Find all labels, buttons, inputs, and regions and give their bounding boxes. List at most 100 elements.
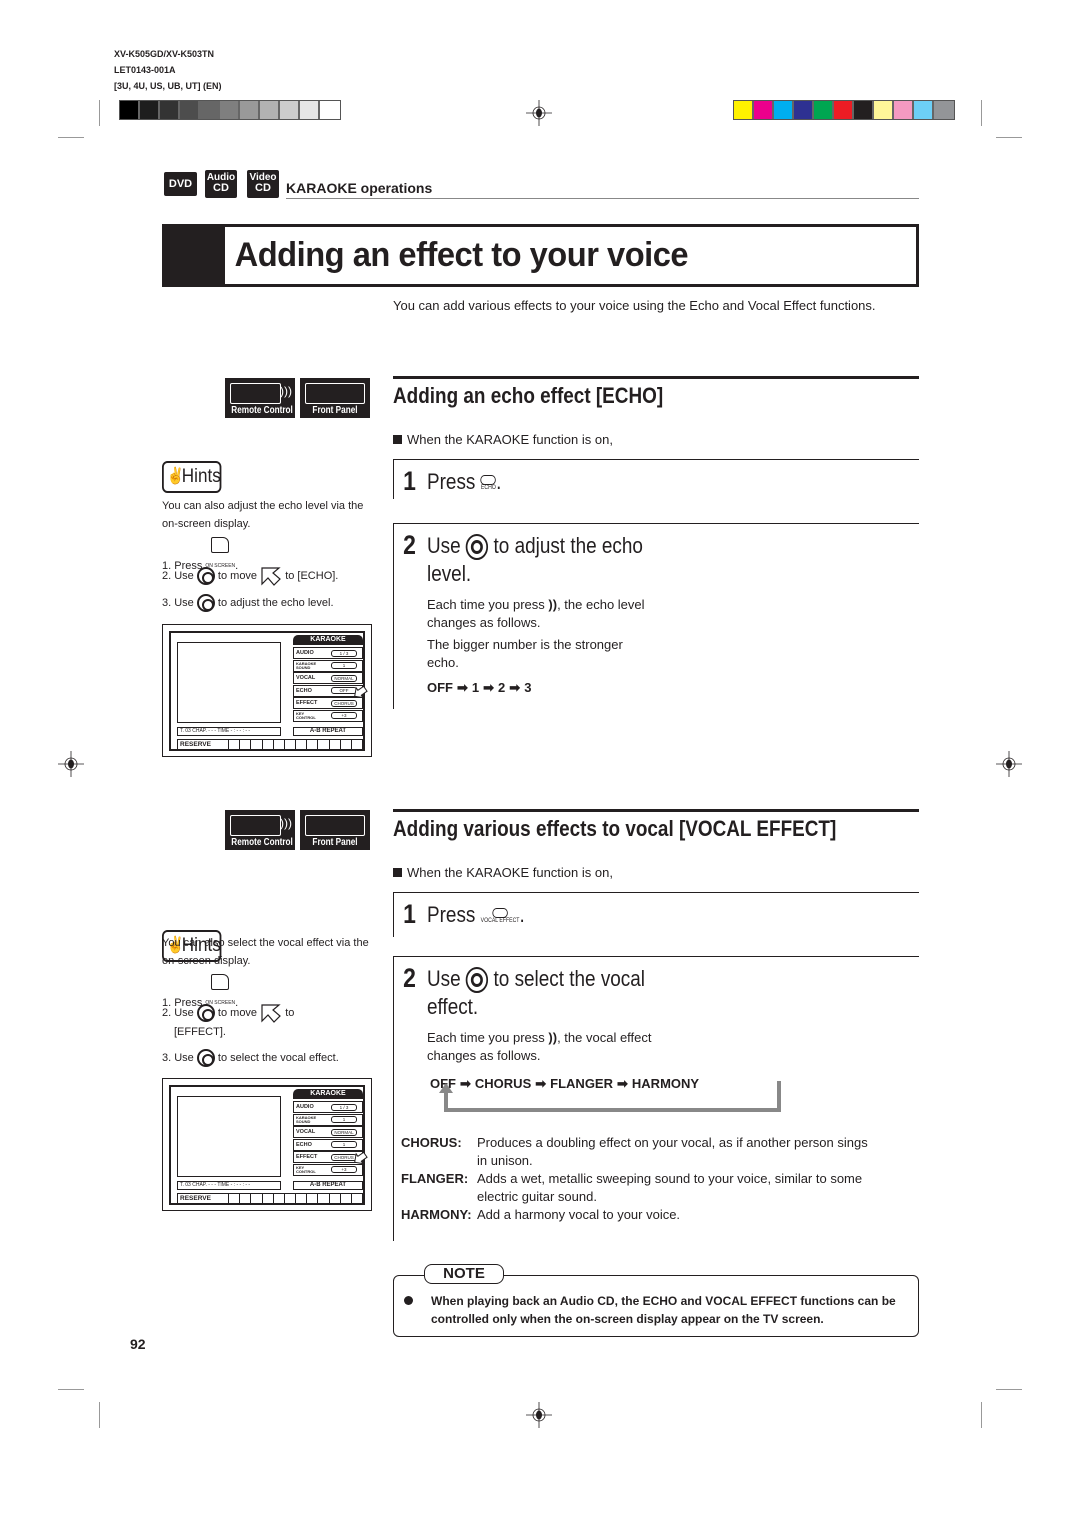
- device-icons: ))) Remote Control Front Panel: [225, 810, 370, 850]
- color-swatch: [754, 101, 774, 119]
- vocal-effect-button-icon: VOCAL EFFECT: [480, 908, 520, 925]
- effect-definition: HARMONY: Add a harmony vocal to your voic…: [401, 1206, 919, 1224]
- osd-row-label: KEY CONTROL: [296, 710, 316, 720]
- osd-row-label: VOCAL: [296, 675, 316, 681]
- square-bullet-icon: [393, 868, 402, 877]
- effect-definition: CHORUS: Produces a doubling effect on you…: [401, 1134, 919, 1152]
- color-swatch: [814, 101, 834, 119]
- osd-menu-row: VOCAL NORMAL: [293, 1126, 363, 1138]
- osd-row-label: AUDIO: [296, 650, 314, 656]
- hint-text: to move: [217, 1007, 258, 1019]
- osd-reserve-slot: [239, 1194, 250, 1203]
- cmyk-color-bar: [733, 100, 955, 120]
- color-swatch: [834, 101, 854, 119]
- vocal-section-title: Adding various effects to vocal [VOCAL E…: [393, 816, 837, 841]
- osd-reserve-slot: [306, 1194, 317, 1203]
- badge-label: DVD: [168, 178, 193, 190]
- color-swatch: [220, 101, 240, 119]
- osd-row-value: 1: [331, 1141, 357, 1148]
- button-caption: VOCAL EFFECT: [480, 918, 520, 925]
- color-swatch: [854, 101, 874, 119]
- vocal-karaoke-osd: T. 03 CHAP. - - - TIME - : - - : - - KARA…: [162, 1078, 372, 1211]
- echo-hint-step-3: 3. Use to adjust the echo level.: [162, 590, 334, 616]
- loop-back-arrow-icon: [439, 1081, 781, 1112]
- dvd-badge: DVD: [164, 172, 197, 196]
- crop-mark: [99, 1402, 100, 1428]
- echo-step-2: 2 Use to adjust the echo level. Each time…: [393, 523, 919, 709]
- color-swatch: [160, 101, 180, 119]
- registration-mark-icon: [58, 751, 84, 777]
- osd-reserve-slot: [295, 1194, 306, 1203]
- osd-menu-row: AUDIO 1 / 3: [293, 1101, 363, 1113]
- osd-reserve-slot: [328, 1194, 340, 1203]
- osd-row-value: 1 / 3: [331, 649, 357, 657]
- crop-mark: [58, 137, 84, 138]
- pointer-cursor-icon: [261, 1004, 282, 1023]
- front-panel-label: Front Panel: [312, 405, 358, 416]
- audio-cd-badge: Audio CD: [205, 170, 237, 198]
- badge-label: CD: [213, 182, 229, 194]
- remote-control-label: Remote Control: [231, 405, 293, 416]
- osd-ab-repeat: A-B REPEAT: [293, 727, 363, 736]
- page-number: 92: [130, 1336, 146, 1352]
- step-instruction: Press VOCAL EFFECT.: [427, 901, 525, 928]
- color-swatch: [914, 101, 934, 119]
- osd-row-value: 1: [331, 1116, 357, 1123]
- step-text: to select the vocal: [493, 966, 645, 991]
- hint-text: to: [285, 1007, 295, 1019]
- osd-row-label: KEY CONTROL: [296, 1164, 316, 1174]
- hint-text: 2. Use: [162, 570, 194, 582]
- echo-condition: When the KARAOKE function is on,: [393, 432, 613, 447]
- osd-video-area: [177, 642, 281, 723]
- osd-row-label: EFFECT: [296, 1154, 318, 1160]
- arrow-right-icon: ➡: [509, 680, 521, 695]
- desc-text: Each time you press: [427, 1030, 545, 1045]
- color-swatch: [120, 101, 140, 119]
- color-swatch: [140, 101, 160, 119]
- crop-mark: [58, 1389, 84, 1390]
- remote-control-icon: ))) Remote Control: [225, 810, 295, 850]
- color-swatch: [874, 101, 894, 119]
- osd-reserve-slot: [250, 740, 261, 749]
- effect-description-cont: electric guitar sound.: [477, 1189, 597, 1204]
- condition-text: When the KARAOKE function is on,: [407, 432, 613, 447]
- effect-term: FLANGER:: [401, 1171, 469, 1186]
- crop-mark: [996, 1389, 1022, 1390]
- region-codes: [3U, 4U, US, UB, UT] (EN): [114, 81, 222, 91]
- banner-block: [165, 227, 225, 284]
- front-panel-icon: Front Panel: [300, 378, 370, 418]
- osd-row-label: KARAOKE SOUND: [296, 660, 317, 670]
- osd-pointer-cursor-icon: [354, 1151, 368, 1165]
- step-number: 2: [403, 963, 416, 993]
- color-swatch: [934, 101, 954, 119]
- osd-row-label: KARAOKE SOUND: [296, 1114, 317, 1124]
- echo-section-title: Adding an echo effect [ECHO]: [393, 383, 664, 408]
- osd-reserve-slot: [283, 740, 295, 749]
- step-suffix: .: [496, 469, 502, 494]
- crop-mark: [99, 100, 100, 126]
- osd-row-value: 1 / 3: [331, 1103, 357, 1111]
- step-number: 2: [403, 530, 416, 560]
- condition-text: When the KARAOKE function is on,: [407, 865, 613, 880]
- color-swatch: [894, 101, 914, 119]
- step-suffix: .: [519, 902, 525, 927]
- effect-description-cont: in unison.: [477, 1153, 533, 1168]
- osd-reserve-slot: [328, 740, 340, 749]
- jog-dial-icon: [196, 594, 215, 613]
- osd-row-value: NORMAL: [331, 1128, 357, 1136]
- vocal-condition: When the KARAOKE function is on,: [393, 865, 613, 880]
- osd-reserve-slot: [339, 740, 351, 749]
- crop-mark: [981, 1402, 982, 1428]
- step-text: Use: [427, 533, 461, 558]
- vocal-description: Each time you press )), the vocal effect…: [427, 1029, 657, 1065]
- vocal-step-1: 1 Press VOCAL EFFECT.: [393, 892, 919, 937]
- osd-reserve-slot: [250, 1194, 261, 1203]
- color-swatch: [200, 101, 220, 119]
- osd-row-label: ECHO: [296, 1141, 312, 1148]
- osd-ab-repeat: A-B REPEAT: [293, 1181, 363, 1190]
- note-box: NOTE When playing back an Audio CD, the …: [393, 1264, 919, 1337]
- shuttle-icon: )): [548, 597, 558, 612]
- sequence-item: 3: [524, 680, 532, 695]
- osd-reserve-bar: RESERVE: [177, 739, 363, 750]
- category-label: KARAOKE operations: [286, 180, 433, 196]
